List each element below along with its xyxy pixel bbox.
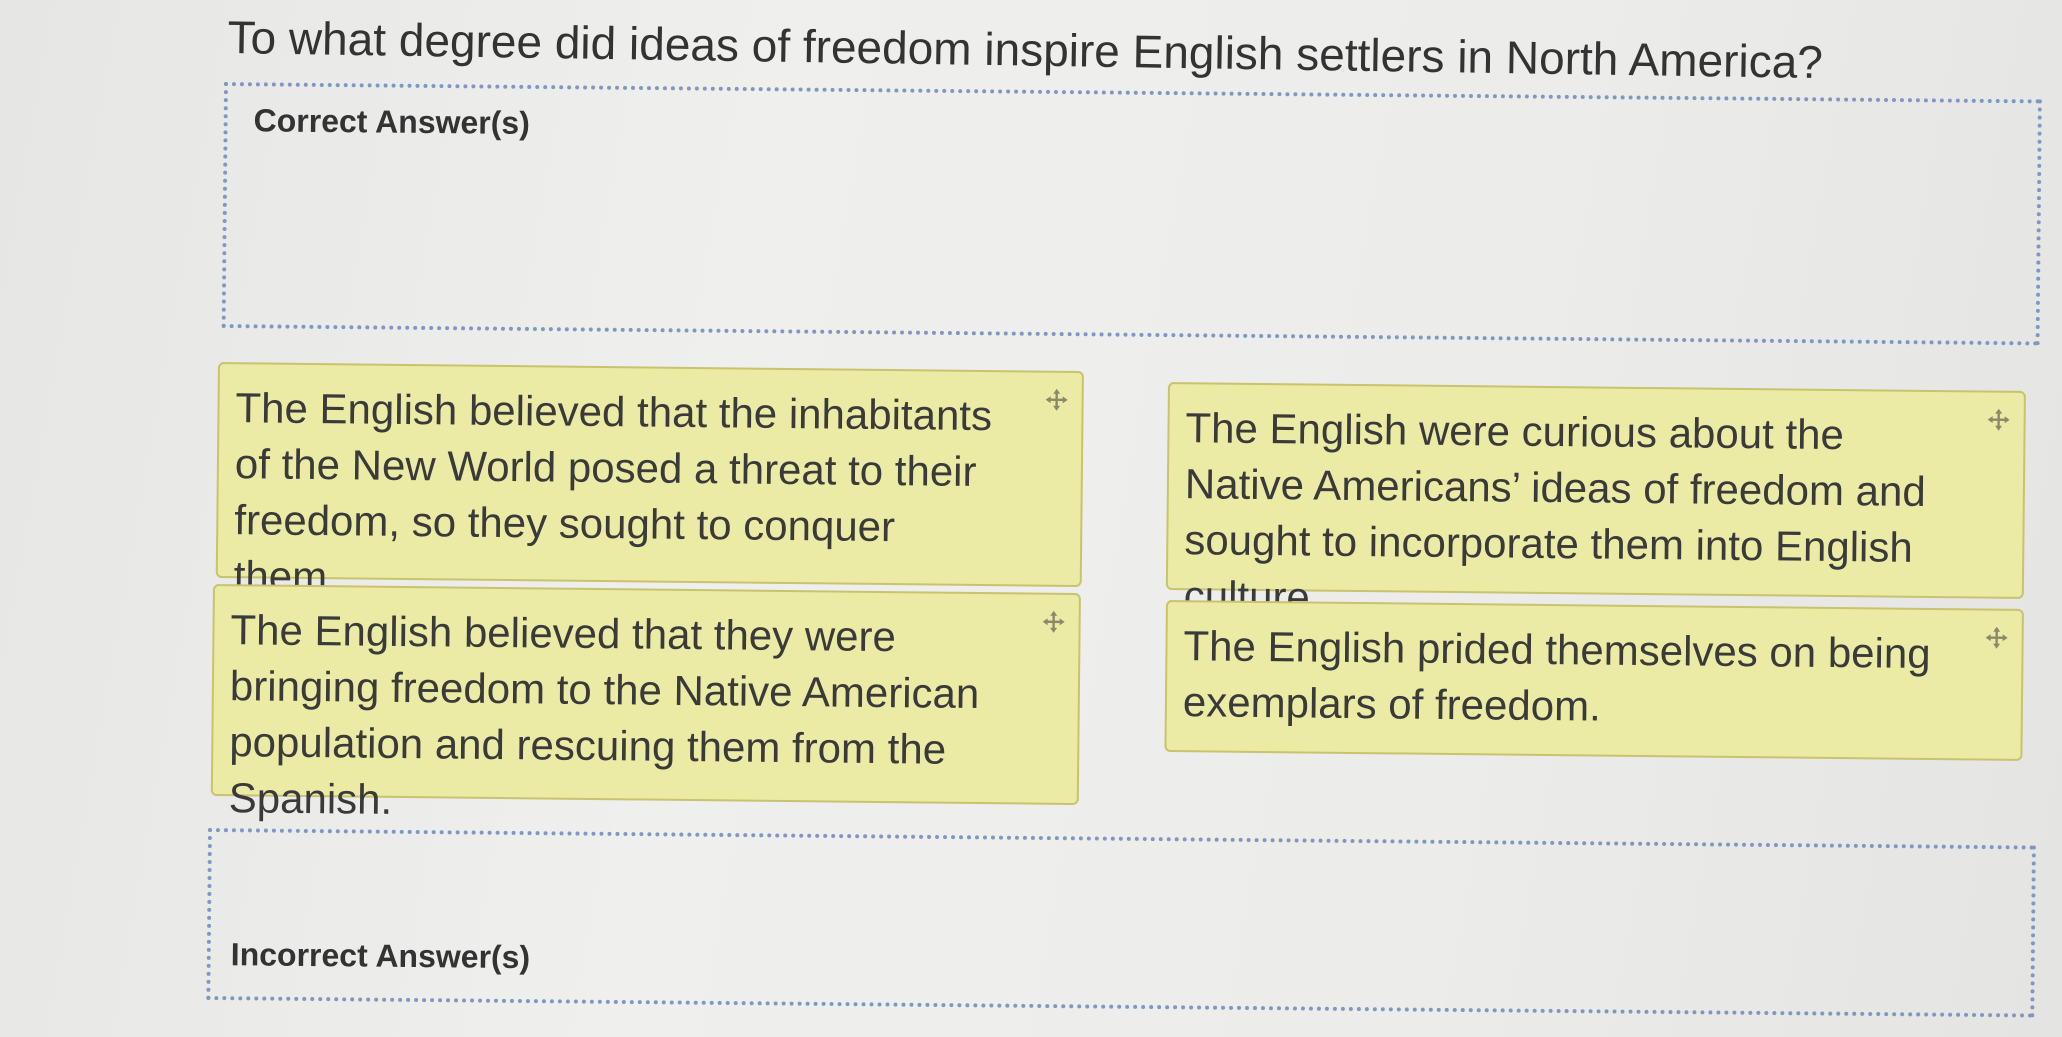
answer-card[interactable]: The English were curious about the Nativ… bbox=[1165, 382, 2026, 621]
answer-card[interactable]: The English believed that the inhabitant… bbox=[215, 362, 1084, 600]
answer-card[interactable]: The English believed that they were brin… bbox=[210, 584, 1081, 823]
move-icon[interactable] bbox=[1984, 625, 2010, 651]
correct-answers-label: Correct Answer(s) bbox=[253, 102, 531, 141]
incorrect-answers-label: Incorrect Answer(s) bbox=[230, 936, 531, 976]
answer-card-text: The English believed that the inhabitant… bbox=[233, 384, 993, 601]
answer-card-text: The English prided themselves on being e… bbox=[1182, 622, 1931, 730]
move-icon[interactable] bbox=[1041, 609, 1067, 635]
move-icon[interactable] bbox=[1986, 407, 2012, 433]
answer-card-text: The English were curious about the Nativ… bbox=[1183, 404, 1926, 621]
correct-answers-dropzone[interactable]: Correct Answer(s) bbox=[221, 82, 2042, 346]
answer-card-text: The English believed that they were brin… bbox=[228, 606, 980, 823]
answer-card[interactable]: The English prided themselves on being e… bbox=[1164, 600, 2024, 761]
move-icon[interactable] bbox=[1044, 387, 1070, 413]
question-text: To what degree did ideas of freedom insp… bbox=[227, 10, 1824, 89]
incorrect-answers-dropzone[interactable]: Incorrect Answer(s) bbox=[206, 828, 2036, 1018]
